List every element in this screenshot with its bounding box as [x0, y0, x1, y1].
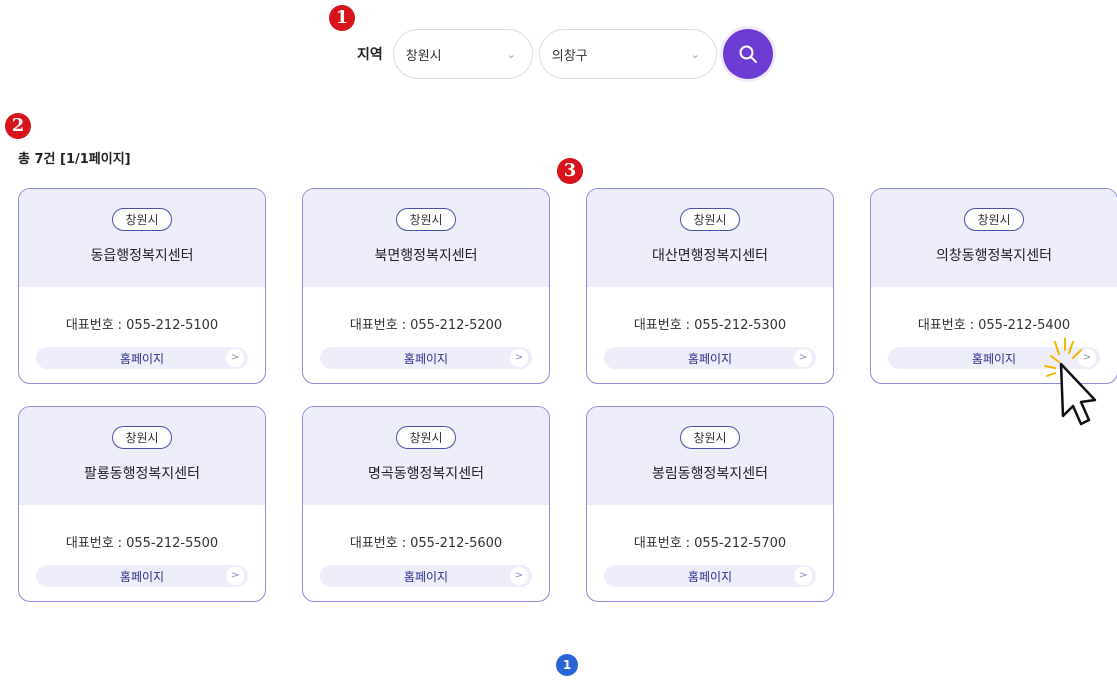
- phone-number: 055-212-5300: [694, 318, 787, 333]
- search-icon: [739, 45, 757, 63]
- region-badge: 창원시: [396, 208, 456, 231]
- homepage-button[interactable]: 홈페이지 >: [36, 347, 248, 369]
- homepage-button-label: 홈페이지: [403, 569, 449, 584]
- chevron-right-icon: >: [794, 349, 812, 367]
- center-card: 창원시 북면행정복지센터 대표번호:055-212-5200 홈페이지 >: [302, 188, 550, 384]
- city-select-value: 창원시: [405, 48, 442, 64]
- phone-number: 055-212-5600: [410, 536, 503, 551]
- region-badge: 창원시: [964, 208, 1024, 231]
- region-badge: 창원시: [680, 208, 740, 231]
- step-marker-2: 2: [5, 113, 31, 139]
- phone-label: 대표번호: [633, 536, 682, 551]
- chevron-down-icon: ⌄: [690, 47, 700, 61]
- phone-line: 대표번호:055-212-5700: [633, 536, 787, 551]
- phone-line: 대표번호:055-212-5400: [917, 318, 1071, 333]
- homepage-button[interactable]: 홈페이지 >: [36, 565, 248, 587]
- phone-line: 대표번호:055-212-5500: [65, 536, 219, 551]
- result-count: 총 7건 [1/1페이지]: [18, 152, 131, 167]
- phone-label: 대표번호: [65, 318, 114, 333]
- city-select[interactable]: 창원시 ⌄: [392, 29, 533, 79]
- district-select-value: 의창구: [551, 48, 588, 64]
- center-card: 창원시 팔룡동행정복지센터 대표번호:055-212-5500 홈페이지 >: [18, 406, 266, 602]
- page-1-button[interactable]: 1: [556, 654, 578, 676]
- homepage-button-label: 홈페이지: [403, 351, 449, 366]
- center-name: 대산면행정복지센터: [652, 248, 768, 264]
- homepage-button-label: 홈페이지: [971, 351, 1017, 366]
- homepage-button[interactable]: 홈페이지 >: [320, 565, 532, 587]
- homepage-button[interactable]: 홈페이지 >: [320, 347, 532, 369]
- step-marker-1: 1: [329, 5, 355, 31]
- region-badge: 창원시: [112, 426, 172, 449]
- phone-label: 대표번호: [633, 318, 682, 333]
- phone-label: 대표번호: [349, 536, 398, 551]
- homepage-button[interactable]: 홈페이지 >: [604, 347, 816, 369]
- phone-label: 대표번호: [65, 536, 114, 551]
- homepage-button-label: 홈페이지: [687, 569, 733, 584]
- phone-number: 055-212-5100: [126, 318, 219, 333]
- center-name: 북면행정복지센터: [374, 248, 478, 264]
- chevron-right-icon: >: [226, 567, 244, 585]
- center-name: 명곡동행정복지센터: [368, 466, 484, 482]
- center-name: 봉림동행정복지센터: [652, 466, 768, 482]
- chevron-right-icon: >: [510, 567, 528, 585]
- homepage-button-label: 홈페이지: [119, 569, 165, 584]
- center-name: 동읍행정복지센터: [90, 248, 194, 264]
- center-card: 창원시 봉림동행정복지센터 대표번호:055-212-5700 홈페이지 >: [586, 406, 834, 602]
- homepage-button-label: 홈페이지: [687, 351, 733, 366]
- center-card: 창원시 명곡동행정복지센터 대표번호:055-212-5600 홈페이지 >: [302, 406, 550, 602]
- region-badge: 창원시: [112, 208, 172, 231]
- homepage-button-label: 홈페이지: [119, 351, 165, 366]
- region-badge: 창원시: [680, 426, 740, 449]
- homepage-button[interactable]: 홈페이지 >: [604, 565, 816, 587]
- phone-number: 055-212-5200: [410, 318, 503, 333]
- phone-line: 대표번호:055-212-5100: [65, 318, 219, 333]
- chevron-right-icon: >: [510, 349, 528, 367]
- phone-number: 055-212-5700: [694, 536, 787, 551]
- phone-line: 대표번호:055-212-5200: [349, 318, 503, 333]
- chevron-down-icon: ⌄: [506, 47, 516, 61]
- center-card: 창원시 동읍행정복지센터 대표번호:055-212-5100 홈페이지 >: [18, 188, 266, 384]
- chevron-right-icon: >: [794, 567, 812, 585]
- phone-line: 대표번호:055-212-5300: [633, 318, 787, 333]
- region-search-bar: 지역 창원시 ⌄ 의창구 ⌄: [357, 28, 773, 80]
- phone-label: 대표번호: [349, 318, 398, 333]
- center-name: 팔룡동행정복지센터: [84, 466, 200, 482]
- region-badge: 창원시: [396, 426, 456, 449]
- phone-number: 055-212-5400: [978, 318, 1071, 333]
- mouse-pointer-icon: [1044, 338, 1097, 426]
- phone-line: 대표번호:055-212-5600: [349, 536, 503, 551]
- phone-number: 055-212-5500: [126, 536, 219, 551]
- region-label: 지역: [357, 47, 383, 63]
- district-select[interactable]: 의창구 ⌄: [538, 29, 717, 79]
- center-card: 창원시 대산면행정복지센터 대표번호:055-212-5300 홈페이지 >: [586, 188, 834, 384]
- search-button[interactable]: [722, 29, 773, 79]
- step-marker-3: 3: [557, 158, 583, 184]
- phone-label: 대표번호: [917, 318, 966, 333]
- chevron-right-icon: >: [226, 349, 244, 367]
- center-name: 의창동행정복지센터: [936, 248, 1052, 264]
